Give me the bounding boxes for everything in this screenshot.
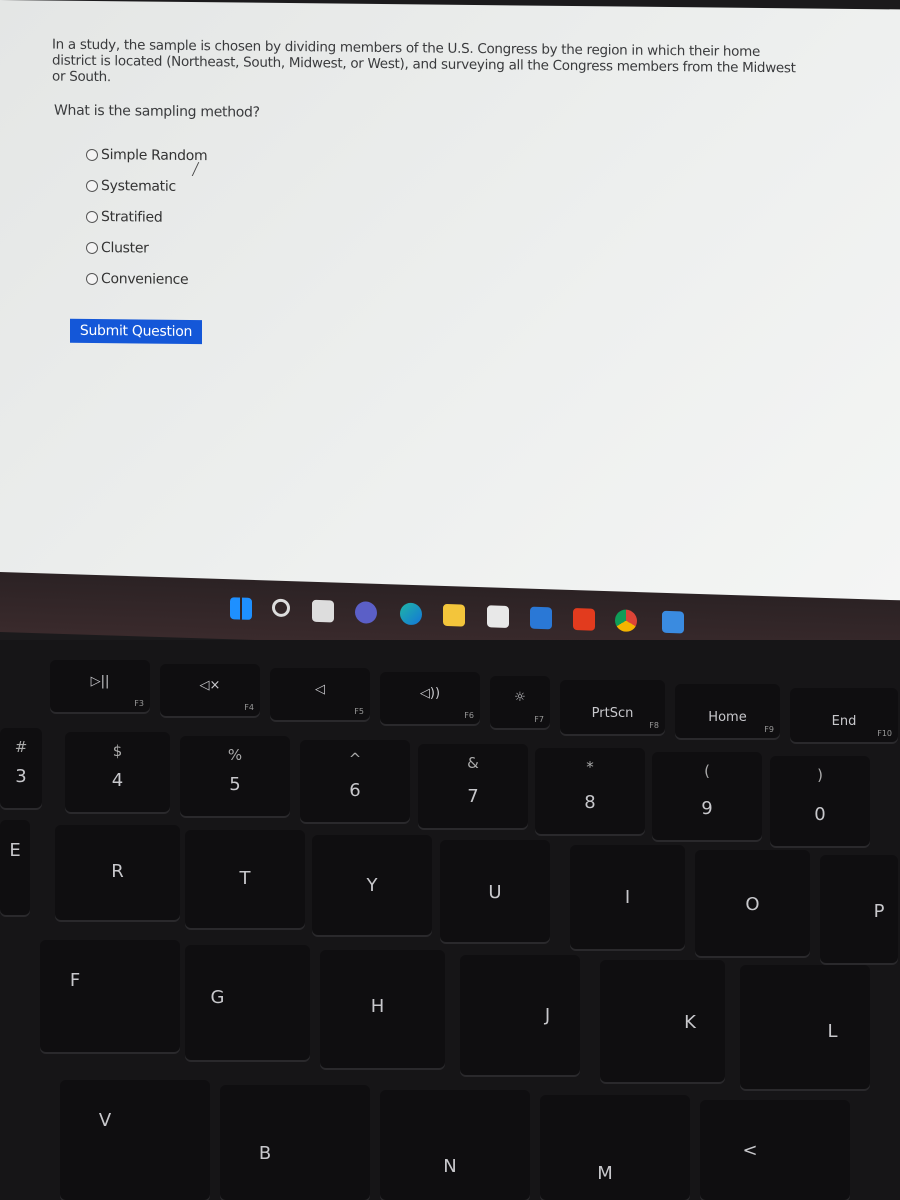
radio-button[interactable] <box>86 179 98 192</box>
key-5[interactable]: % 5 <box>180 736 290 816</box>
key-k[interactable]: K <box>600 960 725 1082</box>
option-label: Convenience <box>101 270 189 288</box>
option-cluster[interactable]: Cluster <box>86 232 207 264</box>
radio-button[interactable] <box>86 241 98 254</box>
key-h[interactable]: H <box>320 950 445 1068</box>
key-brightness[interactable]: ☼ F7 <box>490 676 550 728</box>
key-u[interactable]: U <box>440 840 550 942</box>
key-e[interactable]: E <box>0 820 30 915</box>
question-prompt: What is the sampling method? <box>54 102 260 121</box>
option-simple-random[interactable]: Simple Random <box>86 139 207 171</box>
store-icon[interactable] <box>487 605 509 628</box>
key-b[interactable]: B <box>220 1085 370 1200</box>
option-systematic[interactable]: Systematic <box>86 170 207 202</box>
option-stratified[interactable]: Stratified <box>86 201 207 233</box>
key-m[interactable]: M <box>540 1095 690 1200</box>
key-home[interactable]: Home F9 <box>675 684 780 738</box>
photos-icon[interactable] <box>662 610 684 634</box>
key-4[interactable]: $4 <box>65 732 170 812</box>
answer-options: Simple Random Systematic Stratified Clus… <box>86 139 207 295</box>
option-label: Simple Random <box>101 146 208 164</box>
key-7[interactable]: & 7 <box>418 744 528 828</box>
file-explorer-icon[interactable] <box>443 603 465 627</box>
key-v[interactable]: V <box>60 1080 210 1200</box>
option-label: Systematic <box>101 177 176 195</box>
key-volume-up[interactable]: ◁)) F6 <box>380 672 480 724</box>
option-convenience[interactable]: Convenience <box>86 263 207 295</box>
key-volume-down[interactable]: ◁ F5 <box>270 668 370 720</box>
key-j[interactable]: J <box>460 955 580 1075</box>
task-view-icon[interactable] <box>312 599 334 623</box>
key-g[interactable]: G <box>185 945 310 1060</box>
key-i[interactable]: I <box>570 845 685 949</box>
key-f[interactable]: F <box>40 940 180 1052</box>
search-icon[interactable] <box>272 598 290 618</box>
edge-icon[interactable] <box>400 602 422 626</box>
key-9[interactable]: (9 <box>652 752 762 840</box>
key-0[interactable]: ) 0 <box>770 756 870 846</box>
key-r[interactable]: R <box>55 825 180 920</box>
radio-button[interactable] <box>86 148 98 161</box>
key-3[interactable]: #3 <box>0 728 42 808</box>
key-l[interactable]: L <box>740 965 870 1089</box>
radio-button[interactable] <box>86 272 98 285</box>
key-p[interactable]: P <box>820 855 898 963</box>
chrome-icon[interactable] <box>615 609 637 633</box>
office-icon[interactable] <box>573 608 595 631</box>
key-end[interactable]: End F10 <box>790 688 898 742</box>
key-mute[interactable]: ◁× F4 <box>160 664 260 716</box>
key-n[interactable]: N <box>380 1090 530 1200</box>
key-play-pause[interactable]: ▷|| F3 <box>50 660 150 712</box>
key-t[interactable]: T <box>185 830 305 928</box>
key-comma[interactable]: < <box>700 1100 850 1200</box>
submit-question-button[interactable]: Submit Question <box>70 318 202 345</box>
meet-icon[interactable] <box>355 601 377 624</box>
option-label: Stratified <box>101 208 163 226</box>
key-8[interactable]: * 8 <box>535 748 645 834</box>
mail-icon[interactable] <box>530 606 552 630</box>
key-6[interactable]: ^ 6 <box>300 740 410 822</box>
key-y[interactable]: Y <box>312 835 432 935</box>
option-label: Cluster <box>101 239 149 257</box>
key-o[interactable]: O <box>695 850 810 956</box>
keyboard: ▷|| F3 ◁× F4 ◁ F5 ◁)) F6 ☼ F7 PrtScn F8 Home F9… <box>0 640 900 1200</box>
radio-button[interactable] <box>86 210 98 223</box>
screen: In a study, the sample is chosen by divi… <box>0 0 900 610</box>
question-text: In a study, the sample is chosen by divi… <box>52 36 796 86</box>
key-prtscn[interactable]: PrtScn F8 <box>560 680 665 734</box>
windows-start-icon[interactable] <box>230 597 252 620</box>
